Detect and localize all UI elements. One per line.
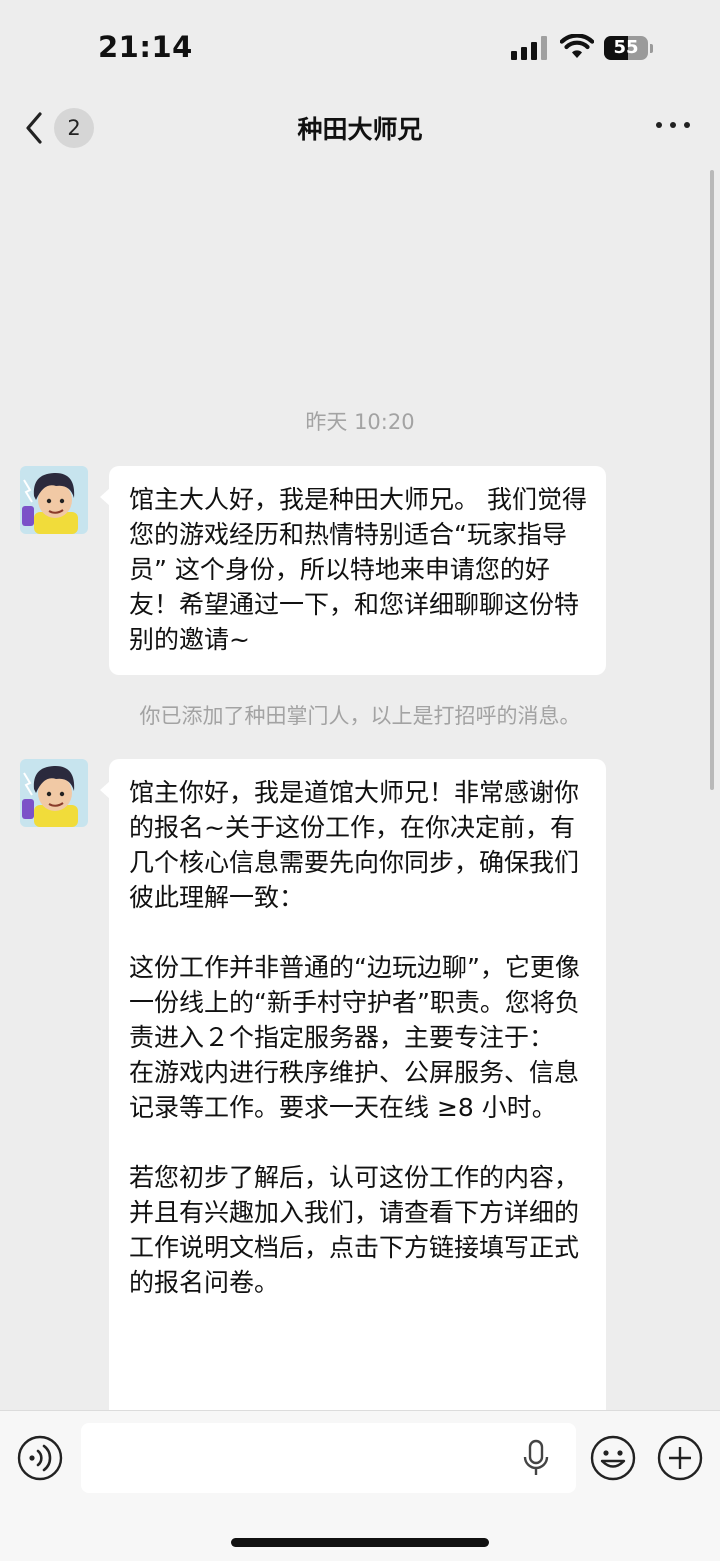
message-timestamp: 昨天 10:20 <box>305 410 415 434</box>
signal-icon <box>511 36 549 60</box>
battery-level: 55 <box>613 37 639 58</box>
battery-cap <box>650 44 653 53</box>
add-icon[interactable] <box>656 1434 704 1482</box>
message-paragraph: 若您初步了解后，认可这份工作的内容，并且有兴趣加入我们，请查看下方详细的工作说明… <box>129 1163 580 1297</box>
status-time: 21:14 <box>98 30 193 64</box>
microphone-icon[interactable] <box>521 1439 551 1477</box>
message-input[interactable] <box>81 1423 576 1493</box>
wifi-icon <box>560 34 594 58</box>
message-bubble[interactable]: 馆主大人好，我是种田大师兄。 我们觉得您的游戏经历和热情特别适合“玩家指导员” … <box>100 466 606 675</box>
chat-header: 2 种田大师兄 <box>0 96 720 158</box>
back-chevron-icon <box>26 112 42 144</box>
status-bar: 21:14 55 <box>0 0 720 96</box>
scrollbar[interactable] <box>710 170 714 790</box>
back-button[interactable]: 2 <box>22 106 102 150</box>
message-text: 馆主大人好，我是种田大师兄。 我们觉得您的游戏经历和热情特别适合“玩家指导员” … <box>129 485 587 654</box>
message-bubble[interactable]: 馆主你好，我是道馆大师兄！非常感谢你的报名~关于这份工作，在你决定前，有几个核心… <box>100 759 606 1459</box>
avatar[interactable] <box>20 466 88 534</box>
chat-title: 种田大师兄 <box>297 115 423 144</box>
message-paragraph: 馆主你好，我是道馆大师兄！非常感谢你的报名~关于这份工作，在你决定前，有几个核心… <box>129 778 580 912</box>
battery-icon: 55 <box>604 36 648 60</box>
more-icon[interactable] <box>652 110 694 140</box>
avatar[interactable] <box>20 759 88 827</box>
home-indicator[interactable] <box>231 1538 489 1547</box>
system-notice: 你已添加了种田掌门人，以上是打招呼的消息。 <box>139 704 581 728</box>
message-paragraph: 在游戏内进行秩序维护、公屏服务、信息记录等工作。要求一天在线 ≥8 小时。 <box>129 1058 580 1122</box>
message-paragraph: 这份工作并非普通的“边玩边聊”，它更像一份线上的“新手村守护者”职责。您将负责进… <box>129 953 580 1052</box>
voice-icon[interactable] <box>17 1435 63 1481</box>
unread-count-badge: 2 <box>54 108 94 148</box>
emoji-icon[interactable] <box>589 1434 637 1482</box>
